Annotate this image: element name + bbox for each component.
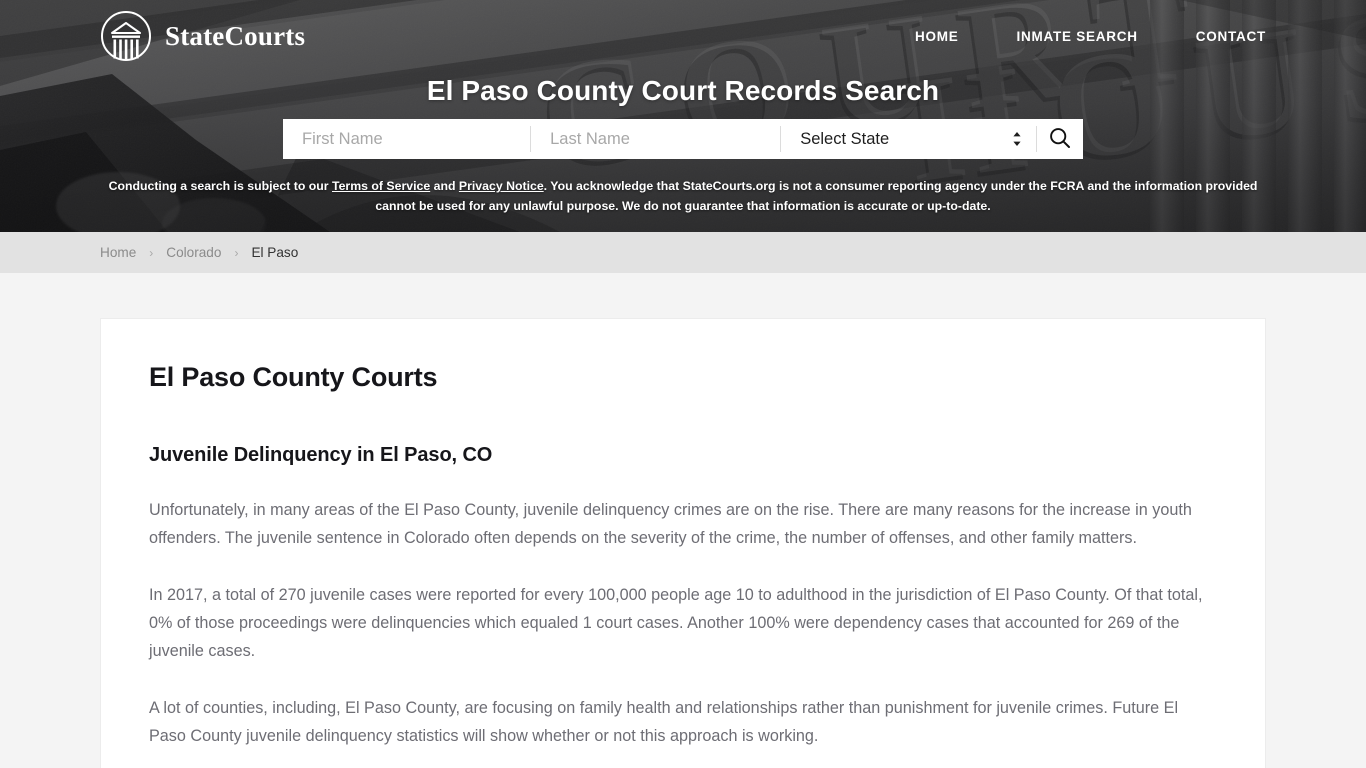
page-body: El Paso County Courts Juvenile Delinquen…: [0, 273, 1366, 768]
main-nav-links: HOME INMATE SEARCH CONTACT: [915, 29, 1266, 44]
breadcrumb-bar: Home › Colorado › El Paso: [0, 232, 1366, 273]
site-logo-link[interactable]: StateCourts: [100, 10, 305, 62]
search-submit-button[interactable]: [1037, 119, 1083, 159]
state-select-wrapper: Select State: [781, 119, 1037, 159]
top-navigation-bar: StateCourts HOME INMATE SEARCH CONTACT: [0, 0, 1366, 72]
breadcrumb-separator-1: ›: [149, 245, 154, 260]
page-title: El Paso County Courts: [149, 362, 438, 392]
hero-header: COURT HOUSE COURT HOUSE: [0, 0, 1366, 232]
body-paragraph-3: A lot of counties, including, El Paso Co…: [149, 699, 1179, 746]
records-search-form: Select State: [283, 119, 1083, 159]
site-brand-name: StateCourts: [165, 20, 306, 51]
state-select[interactable]: Select State: [781, 119, 1037, 159]
hero-title: El Paso County Court Records Search: [426, 75, 940, 106]
breadcrumb: Home › Colorado › El Paso: [100, 245, 298, 260]
last-name-input[interactable]: [531, 119, 781, 159]
nav-inmate-search[interactable]: INMATE SEARCH: [1016, 29, 1137, 44]
breadcrumb-colorado[interactable]: Colorado: [166, 245, 221, 260]
breadcrumb-el-paso: El Paso: [251, 245, 299, 260]
section-heading-juvenile-delinquency: Juvenile Delinquency in El Paso, CO: [149, 444, 493, 467]
content-card: El Paso County Courts Juvenile Delinquen…: [100, 318, 1266, 768]
disclaimer-text-2: and: [430, 179, 459, 193]
breadcrumb-home[interactable]: Home: [100, 245, 136, 260]
search-icon: [1048, 126, 1072, 153]
privacy-notice-link[interactable]: Privacy Notice: [459, 179, 544, 193]
disclaimer-text-1: Conducting a search is subject to our: [108, 179, 332, 193]
breadcrumb-separator-2: ›: [234, 245, 239, 260]
terms-of-service-link[interactable]: Terms of Service: [332, 179, 430, 193]
nav-contact[interactable]: CONTACT: [1196, 29, 1266, 44]
courthouse-circle-icon: [101, 11, 151, 61]
nav-home[interactable]: HOME: [915, 29, 959, 44]
first-name-input[interactable]: [283, 119, 531, 159]
search-disclaimer: Conducting a search is subject to our Te…: [100, 176, 1266, 216]
body-paragraph-1: Unfortunately, in many areas of the El P…: [149, 501, 1192, 548]
body-paragraph-2: In 2017, a total of 270 juvenile cases w…: [149, 586, 1203, 661]
